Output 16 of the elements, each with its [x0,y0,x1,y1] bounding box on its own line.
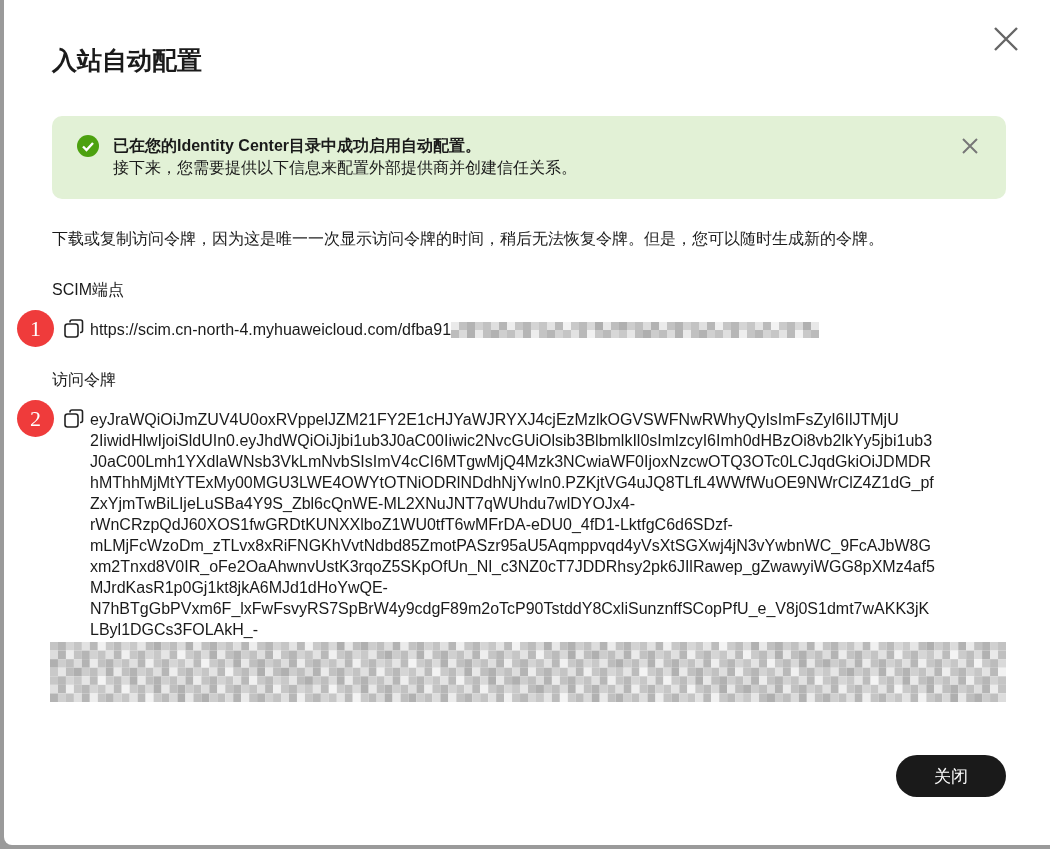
field-label: 访问令牌 [52,370,117,390]
field-label: SCIM端点 [52,280,125,300]
close-icon[interactable] [993,26,1019,52]
alert-message: 接下来，您需要提供以下信息来配置外部提供商并创建信任关系。 [113,158,578,178]
step-marker: 2 [17,400,54,437]
step-marker: 1 [17,310,54,347]
copy-icon[interactable] [64,319,84,339]
dismiss-icon[interactable] [962,138,978,154]
description-text: 下载或复制访问令牌，因为这是唯一一次显示访问令牌的时间，稍后无法恢复令牌。但是，您可以随时生成新的令牌。 [52,229,885,249]
field-value: eyJraWQiOiJmZUV4U0oxRVppelJZM21FY2E1cHJYaWJRYXJ4cjEzMzlkOGVSWFNwRWhyQyIsImFsZyI6IlJTMjU 2IiwidHlwIjoiSldUIn0.eyJhdWQiOiJjbi1ub3J0aC00Iiwic2NvcGUiOlsib3BlbmlkIl0sImlzcyI6Imh0dHBzOi8vb2lkYy5jbi1ub3 J0aC00Lmh1YXdlaWNsb3VkLmNvbSIsImV4cCI6MTgwMjQ4Mzk3NCwiaWF0IjoxNzcwOTQ3OTc0LCJqdGkiOiJDMDR hMThhMjMtYTExMy00MGU3LWE4OWYtOTNiODRlNDdhNjYwIn0.PZKjtVG4uJQ8TLfL4WWfWuOE9NWrClZ4Z1dG_pf ZxYjmTwBiLIjeLuSBa4Y9S_Zbl6cQnWE-ML2XNuJNT7qWUhdu7wlDYOJx4- rWnCRzpQdJ60XOS1fwGRDtKUNXXlboZ1WU0tfT6wMFrDA-eDU0_4fD1-LktfgC6d6SDzf- mLMjFcWzoDm_zTLvx8xRiFNGKhVvtNdbd85ZmotPASzr95aU5Aqmppvqd4yVsXtSGXwj4jN3vYwbnWC_9FcAJbW8G xm2Tnxd8V0IR_oFe2OaAhwnvUstK3rqoZ5SKpOfUn_Nl_c3NZ0cT7JDDRhsy2pk6JIlRawep_gZwawyiWGG8pXMz4af5 MJrdKasR1p0Gj1kt8jkA6MJd1dHoYwQE- N7hBTgGbPVxm6F_lxFwFsvyRS7SpBrW4y9cdgF89m2oTcP90TstddY8CxliSunznffSCopPfU_e_V8j0S1dmt7wAKK3jK LByl1DGCs3FOLAkH_- [90,410,935,640]
alert-title: 已在您的Identity Center目录中成功启用自动配置。 [113,136,482,156]
check-circle-icon [77,135,99,157]
dialog-title: 入站自动配置 [52,45,202,76]
close-button[interactable]: 关闭 [896,755,1006,797]
field-value: https://scim.cn-north-4.myhuaweicloud.com/dfba91 [90,320,452,340]
copy-icon[interactable] [64,409,84,429]
